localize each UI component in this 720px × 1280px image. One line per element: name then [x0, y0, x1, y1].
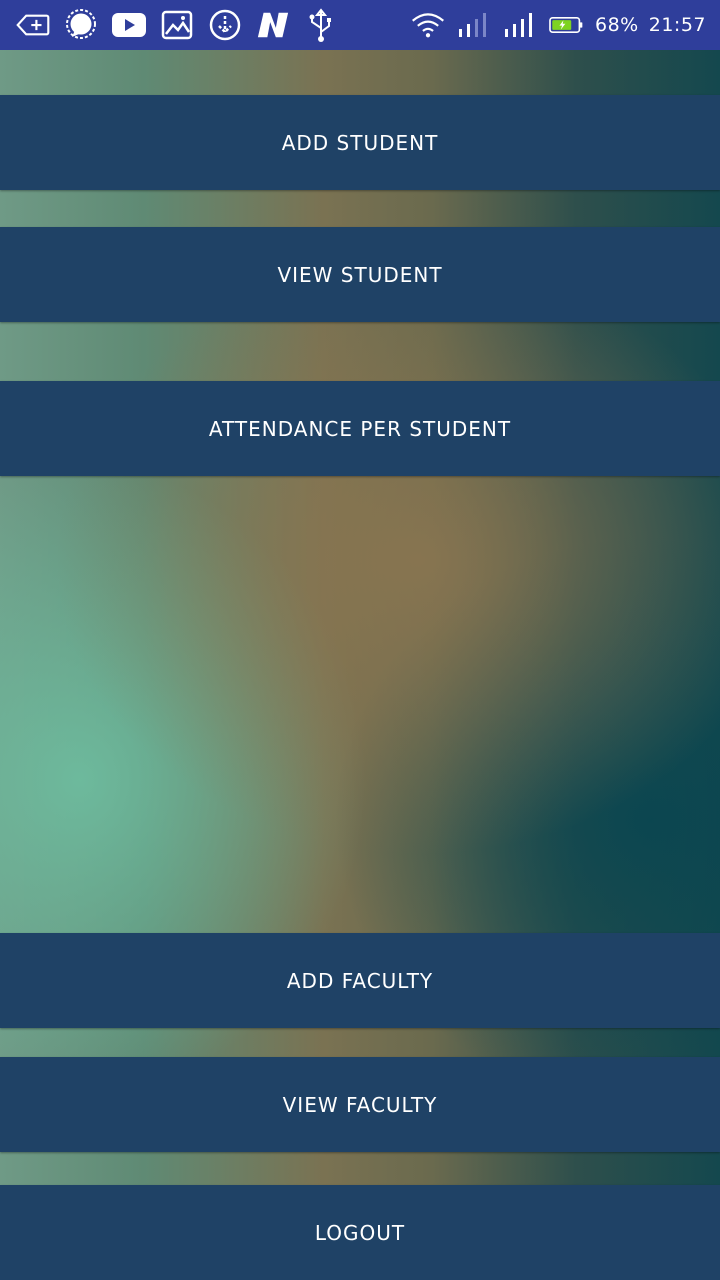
- gallery-icon: [160, 8, 194, 42]
- clock-time: 21:57: [648, 14, 706, 36]
- view-student-label: VIEW STUDENT: [277, 262, 443, 287]
- usb-icon: [304, 8, 338, 42]
- add-tab-icon: [16, 8, 50, 42]
- wifi-icon: [411, 8, 445, 42]
- attendance-per-student-button[interactable]: ATTENDANCE PER STUDENT: [0, 381, 720, 476]
- youtube-icon: [112, 8, 146, 42]
- logout-label: LOGOUT: [314, 1220, 406, 1245]
- attendance-per-student-label: ATTENDANCE PER STUDENT: [208, 416, 512, 441]
- add-faculty-button[interactable]: ADD FACULTY: [0, 933, 720, 1028]
- view-student-button[interactable]: VIEW STUDENT: [0, 227, 720, 322]
- add-student-button[interactable]: ADD STUDENT: [0, 95, 720, 190]
- add-student-label: ADD STUDENT: [281, 130, 439, 155]
- battery-charging-icon: [549, 8, 583, 42]
- signal-2-icon: [503, 8, 537, 42]
- message-bubble-icon: [64, 8, 98, 42]
- status-bar: 68% 21:57: [0, 0, 720, 50]
- add-faculty-label: ADD FACULTY: [286, 968, 434, 993]
- view-faculty-button[interactable]: VIEW FACULTY: [0, 1057, 720, 1152]
- download-icon: [208, 8, 242, 42]
- battery-percent: 68%: [595, 14, 639, 36]
- n-app-icon: [256, 8, 290, 42]
- logout-button[interactable]: LOGOUT: [0, 1185, 720, 1280]
- signal-1-icon: [457, 8, 491, 42]
- view-faculty-label: VIEW FACULTY: [282, 1092, 438, 1117]
